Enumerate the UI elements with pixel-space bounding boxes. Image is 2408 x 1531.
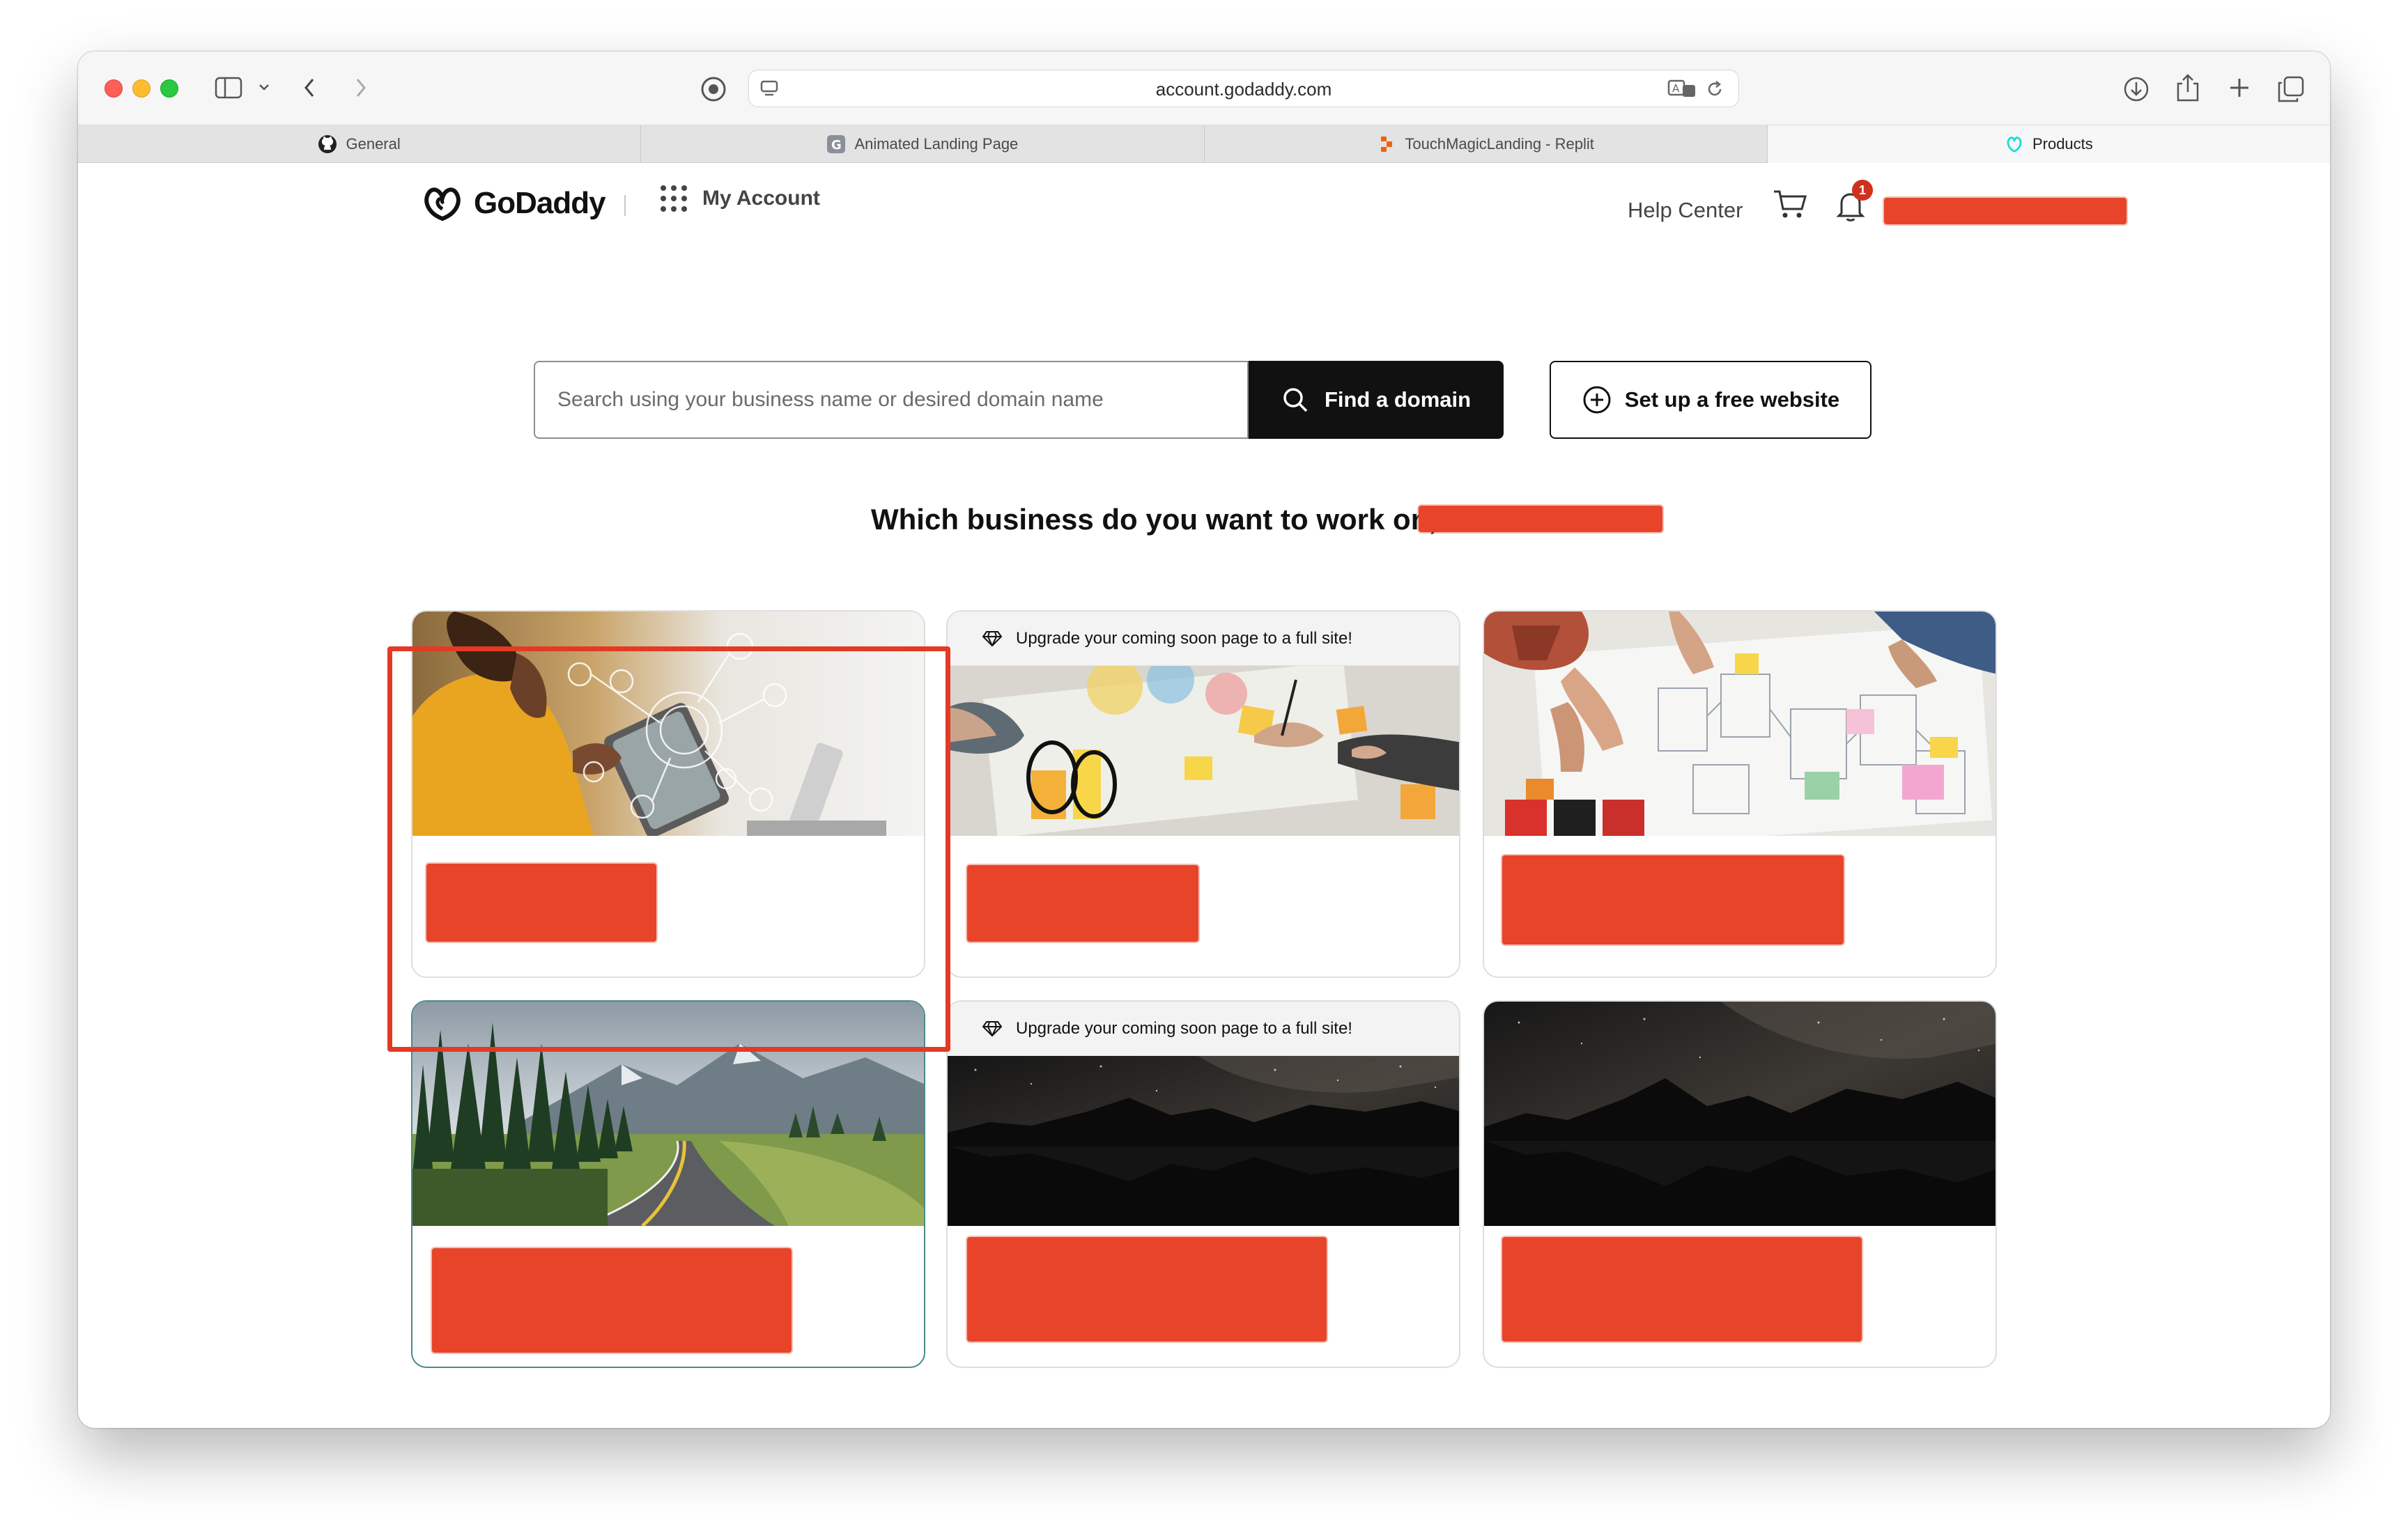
card-image	[1484, 612, 1996, 836]
team-desk-charts-image	[948, 666, 1459, 836]
reload-icon[interactable]	[1705, 79, 1724, 99]
share-icon[interactable]	[2175, 72, 2200, 103]
business-card[interactable]	[411, 1000, 925, 1368]
forward-arrow-icon[interactable]	[353, 75, 369, 100]
svg-text:G: G	[831, 138, 842, 153]
svg-text:A: A	[1672, 82, 1680, 95]
github-icon	[318, 134, 337, 154]
card-image	[1484, 1002, 1996, 1226]
sidebar-toggle-icon[interactable]	[215, 75, 242, 100]
help-center-link[interactable]: Help Center	[1628, 198, 1743, 223]
redacted-user-name	[1419, 506, 1662, 532]
card-image	[948, 666, 1459, 836]
new-tab-plus-icon[interactable]	[2227, 75, 2252, 100]
logo-text: GoDaddy	[474, 186, 606, 220]
tab-products[interactable]: Products	[1767, 125, 2330, 163]
redacted-username	[1884, 198, 2127, 224]
address-bar[interactable]: account.godaddy.com A	[748, 70, 1739, 107]
set-up-free-website-button[interactable]: Set up a free website	[1550, 361, 1871, 439]
team-wireframes-image	[1484, 612, 1996, 836]
downloads-icon[interactable]	[2122, 75, 2150, 103]
chevron-down-icon[interactable]	[258, 82, 270, 92]
business-card[interactable]	[1483, 610, 1997, 978]
my-account-menu[interactable]: My Account	[661, 185, 820, 212]
business-card[interactable]: Upgrade your coming soon page to a full …	[946, 1000, 1460, 1368]
tab-label: General	[346, 135, 401, 153]
browser-toolbar: account.godaddy.com A	[78, 52, 2330, 125]
translate-icon[interactable]: A	[1667, 79, 1697, 98]
upgrade-banner[interactable]: Upgrade your coming soon page to a full …	[948, 612, 1459, 666]
page-content: GoDaddy My Account Help Center 1 Find a …	[78, 163, 2330, 1428]
url-text: account.godaddy.com	[1155, 79, 1332, 100]
upgrade-banner-text: Upgrade your coming soon page to a full …	[1016, 628, 1352, 648]
redacted-business-name	[1502, 1237, 1862, 1342]
tab-label: Products	[2032, 135, 2093, 153]
privacy-report-icon[interactable]	[700, 75, 727, 103]
business-card[interactable]: Upgrade your coming soon page to a full …	[946, 610, 1460, 978]
business-question-heading: Which business do you want to work on,	[871, 503, 1437, 536]
tab-animated-landing-page[interactable]: G Animated Landing Page	[641, 125, 1205, 163]
close-window-button[interactable]	[105, 79, 123, 98]
g-favicon-icon: G	[826, 134, 846, 154]
my-account-label: My Account	[702, 187, 820, 210]
diamond-icon	[982, 1020, 1002, 1036]
diamond-icon	[982, 630, 1002, 646]
tab-general[interactable]: General	[78, 125, 642, 163]
redacted-business-name	[1502, 855, 1844, 945]
redacted-business-name	[432, 1248, 792, 1353]
annotation-highlight-box	[387, 646, 950, 1052]
godaddy-logo[interactable]: GoDaddy	[421, 185, 606, 222]
godaddy-logo-icon	[424, 187, 461, 222]
find-a-domain-button[interactable]: Find a domain	[1249, 361, 1504, 439]
set-up-free-website-label: Set up a free website	[1624, 387, 1840, 412]
header-divider	[624, 195, 626, 216]
tab-label: Animated Landing Page	[854, 135, 1019, 153]
back-arrow-icon[interactable]	[301, 75, 318, 100]
tab-touchmagiclanding-replit[interactable]: TouchMagicLanding - Replit	[1205, 125, 1768, 163]
card-image	[948, 1056, 1459, 1226]
redacted-business-name	[967, 1237, 1327, 1342]
night-lake-image	[1484, 1002, 1996, 1226]
domain-search-input[interactable]	[534, 361, 1249, 439]
apps-grid-icon	[661, 185, 687, 212]
plus-circle-icon	[1583, 386, 1611, 414]
tab-label: TouchMagicLanding - Replit	[1405, 135, 1594, 153]
tab-bar: General G Animated Landing Page TouchMag…	[78, 125, 2330, 163]
minimize-window-button[interactable]	[132, 79, 150, 98]
upgrade-banner-text: Upgrade your coming soon page to a full …	[1016, 1018, 1352, 1038]
browser-window: account.godaddy.com A General G Animated…	[78, 52, 2330, 1428]
night-lake-image	[948, 1056, 1459, 1226]
search-icon	[1283, 388, 1308, 412]
redacted-business-name	[967, 865, 1198, 942]
business-card[interactable]	[1483, 1000, 1997, 1368]
replit-icon	[1377, 134, 1396, 154]
find-a-domain-label: Find a domain	[1324, 387, 1472, 412]
tab-overview-icon[interactable]	[2277, 75, 2305, 103]
maximize-window-button[interactable]	[160, 79, 178, 98]
godaddy-favicon-icon	[2005, 134, 2024, 154]
cart-icon[interactable]	[1773, 188, 1807, 224]
notification-count-badge: 1	[1852, 180, 1873, 201]
upgrade-banner[interactable]: Upgrade your coming soon page to a full …	[948, 1002, 1459, 1056]
